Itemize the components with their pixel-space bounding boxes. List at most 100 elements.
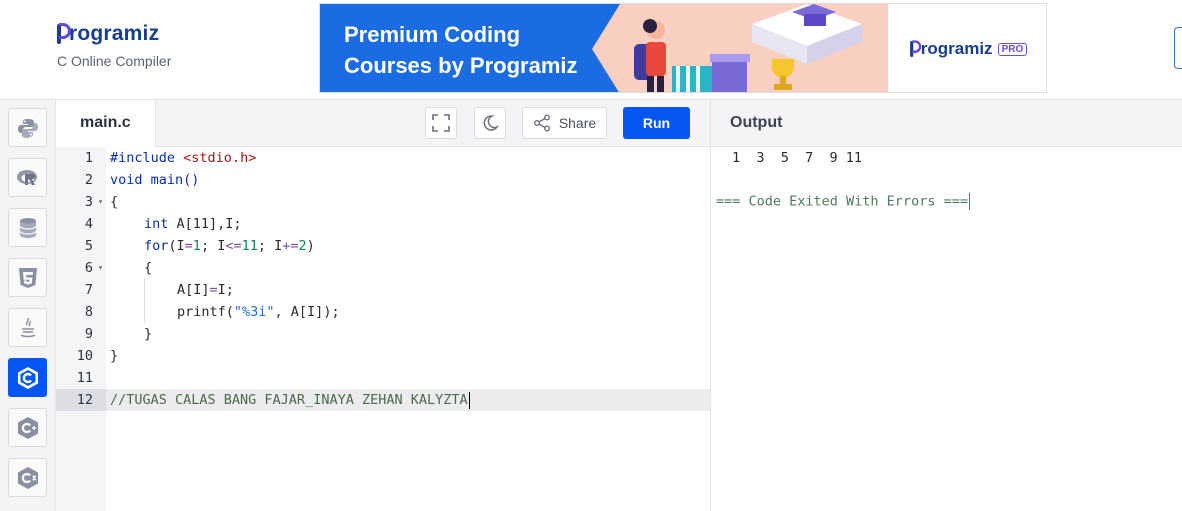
line-number-text: 1 — [84, 150, 93, 166]
share-button[interactable]: Share — [522, 107, 607, 139]
line-number: 6 ▾ — [56, 257, 106, 279]
code-line: void main() — [110, 172, 200, 188]
tab-main-c[interactable]: main.c — [56, 100, 156, 147]
line-number-text: 10 — [76, 348, 93, 364]
ad-blue-panel: Premium Coding Courses by Programiz — [320, 4, 620, 92]
line-number: 2 — [56, 169, 106, 191]
code-token: = — [184, 238, 193, 254]
moon-icon — [483, 115, 499, 131]
code-token: <stdio.h> — [183, 150, 257, 166]
line-number-text: 12 — [76, 392, 93, 408]
ad-headline-line2: Courses by Programiz — [344, 53, 578, 78]
line-number-text: 5 — [84, 238, 93, 254]
code-token: I; — [217, 282, 234, 298]
cpp-icon — [17, 416, 38, 439]
line-number-text: 8 — [84, 304, 93, 320]
output-status: === Code Exited With Errors === — [716, 193, 971, 210]
html5-icon — [18, 267, 37, 288]
line-number-text: 7 — [84, 282, 93, 298]
ad-headline: Premium Coding Courses by Programiz — [344, 19, 578, 81]
r-icon — [16, 169, 37, 185]
database-icon — [18, 217, 37, 238]
code-line: printf("%3i", A[I]); — [177, 301, 340, 323]
code-token: #include — [110, 150, 176, 166]
ad-headline-line1: Premium Coding — [344, 22, 521, 47]
code-token: = — [209, 282, 218, 298]
student-illustration-icon — [634, 4, 862, 92]
sidebar-item-cpp[interactable] — [8, 408, 47, 447]
line-number: 1 — [56, 147, 106, 169]
output-result: 1 3 5 7 9 11 — [732, 150, 863, 166]
sidebar-item-c[interactable] — [8, 358, 47, 397]
brand-subtitle: C Online Compiler — [57, 53, 172, 69]
java-icon — [20, 317, 35, 337]
programiz-logo-icon — [57, 23, 71, 45]
language-sidebar — [0, 100, 56, 511]
code-line: //TUGAS CALAS BANG FAJAR_INAYA ZEHAN KAL… — [110, 389, 471, 411]
line-number: 5 — [56, 235, 106, 257]
code-line: #include <stdio.h> — [110, 147, 256, 169]
fullscreen-button[interactable] — [425, 107, 457, 139]
code-token: A[11],I; — [168, 216, 242, 232]
sidebar-item-r[interactable] — [8, 158, 47, 197]
sidebar-item-sql[interactable] — [8, 208, 47, 247]
code-token: 11 — [241, 238, 258, 254]
code-token: printf( — [177, 304, 234, 320]
code-token: A[I] — [177, 282, 210, 298]
line-number: 8 — [56, 301, 106, 323]
share-icon — [533, 114, 550, 132]
code-line: for(I=1; I<=11; I+=2) — [144, 235, 315, 257]
line-number: 10 — [56, 345, 106, 367]
line-number-text: 2 — [84, 172, 93, 188]
brand[interactable]: rogramiz C Online Compiler — [57, 22, 171, 69]
expand-icon — [432, 114, 450, 132]
brand-logo[interactable]: rogramiz — [57, 22, 171, 46]
code-token: (I — [168, 238, 185, 254]
line-number: 7 — [56, 279, 106, 301]
sidebar-item-csharp[interactable] — [8, 458, 47, 497]
sidebar-item-python[interactable] — [8, 108, 47, 147]
code-line: } — [144, 326, 153, 342]
output-cursor — [968, 193, 971, 210]
code-line: A[I]=I; — [177, 279, 234, 301]
code-token: += — [282, 238, 299, 254]
text-cursor — [468, 391, 471, 409]
fold-arrow-icon[interactable]: ▾ — [98, 257, 103, 279]
editor-toolbar: main.c Share Run — [56, 100, 710, 147]
code-token: 2 — [298, 238, 307, 254]
sidebar-item-html[interactable] — [8, 258, 47, 297]
programiz-pro-logo-icon — [909, 40, 922, 58]
line-number-text: 4 — [84, 216, 93, 232]
sidebar-item-java[interactable] — [8, 308, 47, 347]
ad-logo-text: rogramiz — [920, 39, 993, 58]
output-status-text: === Code Exited With Errors === — [716, 193, 968, 210]
top-header: rogramiz C Online Compiler Premium Codin… — [0, 0, 1182, 100]
line-number: 12 — [56, 389, 106, 411]
code-token: for — [144, 238, 169, 254]
line-number-text: 6 — [84, 260, 93, 276]
code-token: ; I — [200, 238, 226, 254]
fold-arrow-icon[interactable]: ▾ — [98, 191, 103, 213]
line-number-text: 11 — [76, 370, 93, 386]
theme-toggle-button[interactable] — [474, 107, 506, 139]
pro-badge: PRO — [997, 42, 1028, 56]
line-number: 11 — [56, 367, 106, 389]
code-editor[interactable] — [106, 147, 710, 511]
code-token: <= — [225, 238, 242, 254]
code-token: ) — [306, 238, 315, 254]
header-right-button[interactable] — [1174, 27, 1182, 69]
indent-guide — [144, 279, 145, 323]
code-line: { — [110, 194, 119, 210]
code-line: { — [144, 260, 153, 276]
run-button[interactable]: Run — [623, 107, 690, 139]
code-line: } — [110, 348, 119, 364]
code-token: int — [144, 216, 169, 232]
ad-banner[interactable]: Premium Coding Courses by Programiz rogr… — [319, 3, 1047, 93]
code-token: , A[I]); — [274, 304, 340, 320]
line-number-text: 3 — [84, 194, 93, 210]
brand-name: rogramiz — [69, 22, 160, 45]
share-label: Share — [558, 115, 597, 131]
code-token: 1 — [192, 238, 201, 254]
code-line: int A[11],I; — [144, 213, 242, 235]
line-number: 4 — [56, 213, 106, 235]
